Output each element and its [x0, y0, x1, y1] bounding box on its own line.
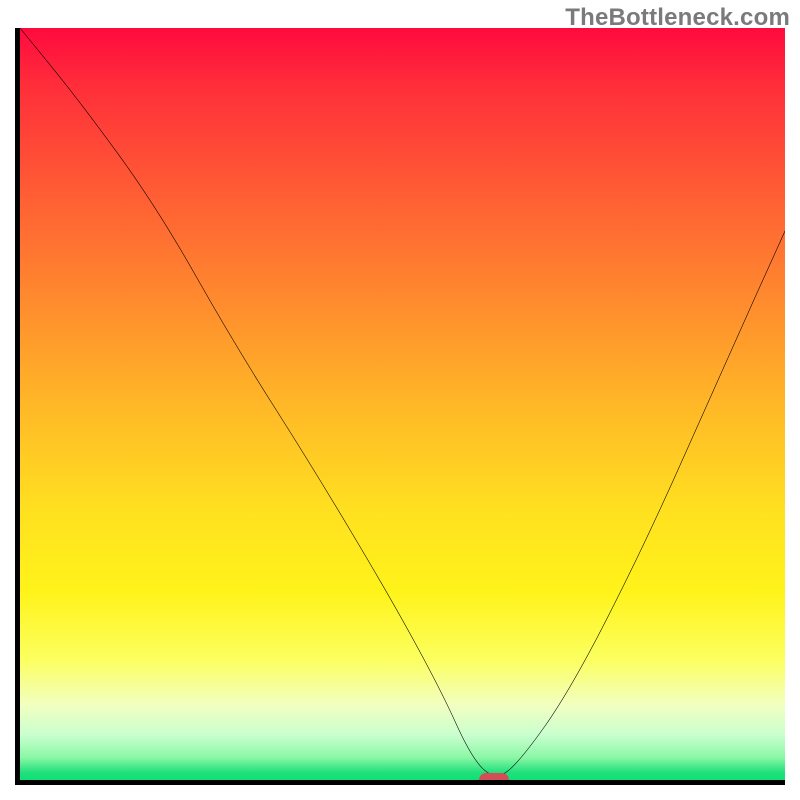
chart-container: TheBottleneck.com — [0, 0, 800, 800]
bottleneck-curve — [20, 28, 785, 780]
plot-area — [15, 28, 785, 785]
watermark-text: TheBottleneck.com — [565, 4, 790, 32]
minimum-marker-icon — [479, 773, 509, 785]
